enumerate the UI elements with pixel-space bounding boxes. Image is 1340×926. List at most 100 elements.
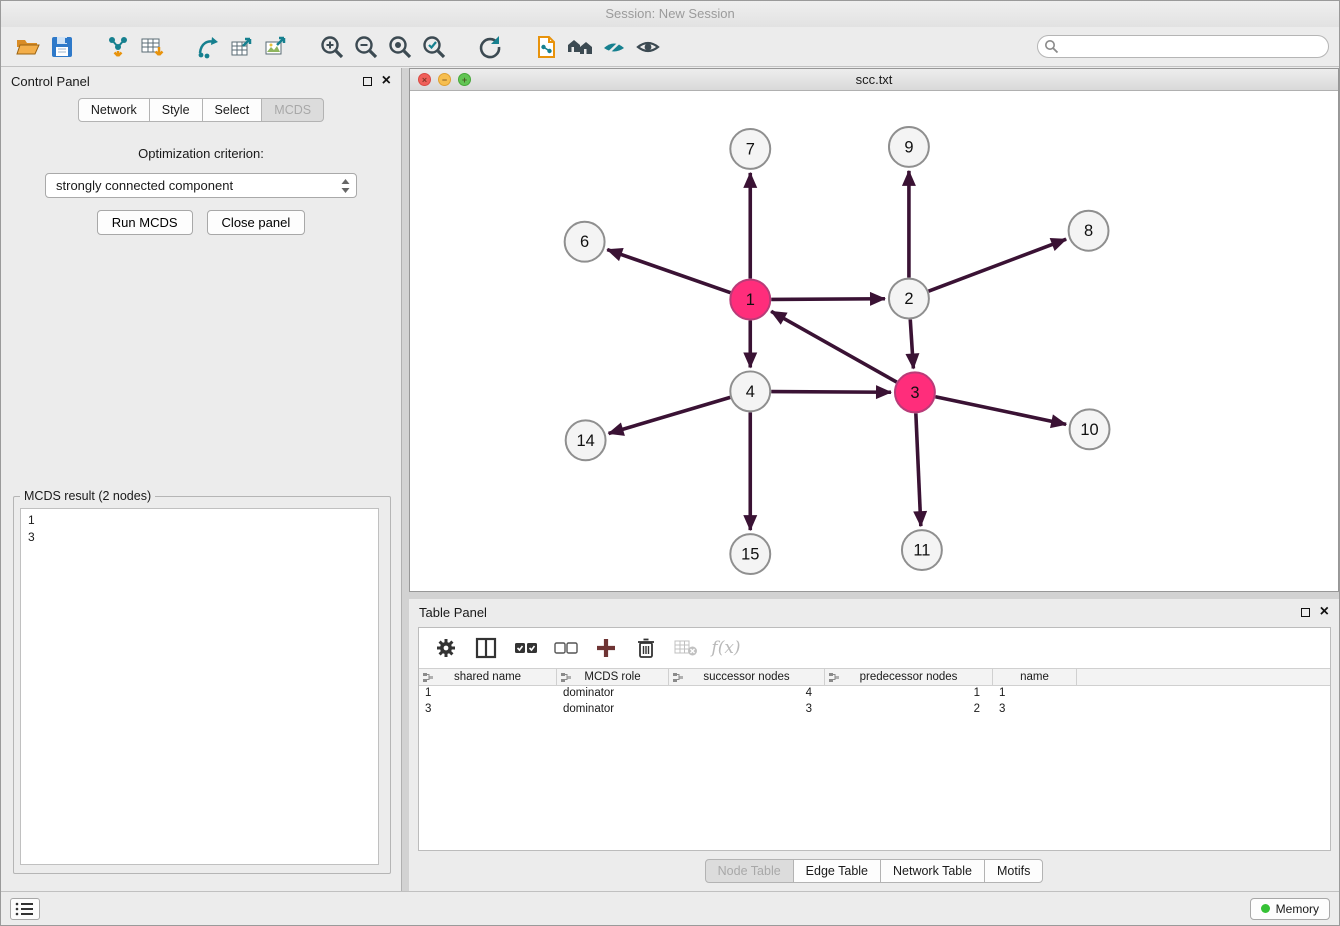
checked-boxes-icon bbox=[514, 640, 538, 656]
list-icon bbox=[14, 900, 36, 918]
table-cell[interactable]: 1 bbox=[993, 686, 1077, 702]
graph-node-label: 10 bbox=[1080, 421, 1098, 439]
column-header-successor-nodes[interactable]: successor nodes bbox=[669, 669, 825, 685]
graph-edge-3-1[interactable] bbox=[771, 311, 897, 382]
column-header-name[interactable]: name bbox=[993, 669, 1077, 685]
column-label: shared name bbox=[454, 671, 521, 683]
table-header-row: shared name MCDS role successor nodes pr… bbox=[419, 668, 1330, 686]
table-body: f(x) shared name MCDS role successor nod bbox=[418, 627, 1331, 851]
tab-edge-table[interactable]: Edge Table bbox=[793, 859, 881, 883]
graphics-details-button[interactable] bbox=[597, 31, 631, 63]
unselect-all-columns-button[interactable] bbox=[551, 633, 581, 663]
table-panel-title: Table Panel bbox=[419, 605, 1301, 620]
main-toolbar bbox=[1, 27, 1339, 67]
table-cell[interactable]: 1 bbox=[419, 686, 557, 702]
optimization-criterion-label: Optimization criterion: bbox=[1, 146, 401, 161]
column-header-mcds-role[interactable]: MCDS role bbox=[557, 669, 669, 685]
export-table-button[interactable] bbox=[225, 31, 259, 63]
mcds-result-list[interactable]: 1 3 bbox=[20, 508, 379, 865]
function-builder-button[interactable]: f(x) bbox=[711, 633, 741, 663]
graph-node-label: 2 bbox=[904, 290, 913, 308]
eye-icon bbox=[635, 34, 661, 60]
run-mcds-button[interactable]: Run MCDS bbox=[97, 210, 193, 235]
table-cell[interactable]: 4 bbox=[669, 686, 825, 702]
save-floppy-icon bbox=[49, 34, 75, 60]
annotation-network-button[interactable] bbox=[529, 31, 563, 63]
tab-network-table[interactable]: Network Table bbox=[880, 859, 985, 883]
delete-table-button[interactable] bbox=[671, 633, 701, 663]
table-cell[interactable]: 3 bbox=[419, 702, 557, 718]
show-hide-button[interactable] bbox=[631, 31, 665, 63]
window-minimize-icon[interactable]: − bbox=[438, 73, 451, 86]
table-cell[interactable]: 3 bbox=[669, 702, 825, 718]
tab-mcds[interactable]: MCDS bbox=[261, 98, 324, 122]
search-icon bbox=[1044, 39, 1059, 54]
optimization-select[interactable]: strongly connected component bbox=[45, 173, 357, 198]
network-canvas[interactable]: 1234678910111415 bbox=[410, 92, 1338, 591]
unchecked-boxes-icon bbox=[554, 640, 578, 656]
table-row[interactable]: 1 dominator 4 1 1 bbox=[419, 686, 1330, 702]
import-network-button[interactable] bbox=[101, 31, 135, 63]
close-panel-icon[interactable]: × bbox=[382, 75, 391, 87]
graph-edge-3-11[interactable] bbox=[916, 413, 921, 526]
table-cell[interactable]: 1 bbox=[825, 686, 993, 702]
table-row[interactable]: 3 dominator 3 2 3 bbox=[419, 702, 1330, 718]
zoom-in-button[interactable] bbox=[315, 31, 349, 63]
graph-edge-1-2[interactable] bbox=[771, 299, 885, 300]
search-input[interactable] bbox=[1037, 35, 1329, 58]
table-cell[interactable]: 3 bbox=[993, 702, 1077, 718]
graph-node-label: 14 bbox=[576, 432, 594, 450]
close-table-panel-icon[interactable]: × bbox=[1320, 606, 1329, 618]
graph-edge-3-10[interactable] bbox=[935, 397, 1066, 425]
column-header-shared-name[interactable]: shared name bbox=[419, 669, 557, 685]
network-window-titlebar[interactable]: scc.txt × − + bbox=[410, 69, 1338, 91]
window-close-icon[interactable]: × bbox=[418, 73, 431, 86]
zoom-fit-button[interactable] bbox=[383, 31, 417, 63]
column-header-predecessor-nodes[interactable]: predecessor nodes bbox=[825, 669, 993, 685]
window-zoom-icon[interactable]: + bbox=[458, 73, 471, 86]
float-panel-icon[interactable] bbox=[363, 77, 372, 86]
show-columns-button[interactable] bbox=[471, 633, 501, 663]
zoom-selected-button[interactable] bbox=[417, 31, 451, 63]
home-views-button[interactable] bbox=[563, 31, 597, 63]
graph-node-label: 11 bbox=[913, 542, 930, 560]
network-graph: 1234678910111415 bbox=[410, 92, 1338, 591]
graph-edge-4-14[interactable] bbox=[609, 397, 731, 433]
tab-motifs[interactable]: Motifs bbox=[984, 859, 1043, 883]
delete-table-icon bbox=[674, 639, 698, 657]
document-network-icon bbox=[533, 34, 559, 60]
task-history-button[interactable] bbox=[10, 898, 40, 920]
select-spinner-icon bbox=[339, 177, 352, 195]
refresh-view-button[interactable] bbox=[473, 31, 507, 63]
save-session-button[interactable] bbox=[45, 31, 79, 63]
table-cell[interactable]: 2 bbox=[825, 702, 993, 718]
graph-edge-2-3[interactable] bbox=[910, 320, 913, 369]
tab-network[interactable]: Network bbox=[78, 98, 150, 122]
tab-style[interactable]: Style bbox=[149, 98, 203, 122]
table-settings-button[interactable] bbox=[431, 633, 461, 663]
graph-edge-4-3[interactable] bbox=[771, 392, 891, 393]
trash-icon bbox=[636, 637, 656, 659]
open-file-button[interactable] bbox=[11, 31, 45, 63]
zoom-out-button[interactable] bbox=[349, 31, 383, 63]
double-home-icon bbox=[566, 34, 594, 60]
export-network-button[interactable] bbox=[191, 31, 225, 63]
table-panel-tabs: Node Table Edge Table Network Table Moti… bbox=[409, 859, 1339, 883]
tab-select[interactable]: Select bbox=[202, 98, 263, 122]
zoom-out-icon bbox=[353, 34, 379, 60]
create-column-button[interactable] bbox=[591, 633, 621, 663]
table-cell[interactable]: dominator bbox=[557, 702, 669, 718]
select-all-columns-button[interactable] bbox=[511, 633, 541, 663]
float-table-panel-icon[interactable] bbox=[1301, 608, 1310, 617]
table-cell[interactable]: dominator bbox=[557, 686, 669, 702]
window-title: Session: New Session bbox=[1, 1, 1339, 27]
graph-edge-2-8[interactable] bbox=[929, 239, 1067, 291]
tab-node-table[interactable]: Node Table bbox=[705, 859, 794, 883]
graph-edge-1-6[interactable] bbox=[607, 250, 730, 293]
import-table-button[interactable] bbox=[135, 31, 169, 63]
memory-button[interactable]: Memory bbox=[1250, 898, 1330, 920]
close-panel-button[interactable]: Close panel bbox=[207, 210, 306, 235]
column-sort-icon bbox=[829, 672, 840, 683]
export-image-button[interactable] bbox=[259, 31, 293, 63]
delete-column-button[interactable] bbox=[631, 633, 661, 663]
